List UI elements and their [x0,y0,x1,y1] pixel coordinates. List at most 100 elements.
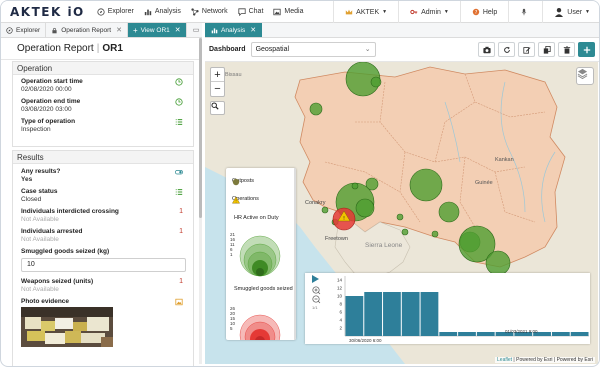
zoom-out-button[interactable]: − [211,82,224,96]
help-icon: ? [472,8,480,16]
chart-bar[interactable] [551,332,570,336]
zoom-controls: + − [210,67,225,97]
refresh-button[interactable] [498,42,515,57]
timeline-chart: 1/1 14 12 10 8 6 4 2 30/06/2020 6:00 01/03/202… [312,275,589,343]
clock-icon [175,98,183,106]
case-status-label: Case status [21,188,58,195]
chart-bar[interactable] [570,332,589,336]
tab-view-or1[interactable]: + View OR1 ✕ [127,23,187,37]
y-tick: 4 [339,318,342,323]
timeline-panel: 1/1 14 12 10 8 6 4 2 30/06/2020 6:00 01/03/202… [305,273,590,344]
chart-bar[interactable] [458,332,476,336]
interdicted-label: Individuals interdicted crossing [21,208,119,215]
outpost-marker [309,102,323,116]
zoom-in-button[interactable]: + [211,68,224,82]
operation-end-label: Operation end time [21,98,81,105]
weapons-value: Not Available [21,286,59,293]
chart-bar[interactable] [439,332,458,336]
y-tick: 8 [339,302,342,307]
zoom-in-icon[interactable] [312,286,321,295]
dashboard-select[interactable]: Geospatial ⌄ [250,42,376,57]
y-tick: 10 [337,294,343,299]
chart-bar[interactable] [364,292,383,336]
user-avatar-icon [555,8,564,17]
nav-explorer[interactable]: Explorer [97,7,134,16]
outpost-legend-icon [232,178,240,186]
map-legend: Outposts ! Operations HR Active on Duty … [226,168,296,340]
map-view[interactable]: Bissau Guinée Kankan Conakry Freetown Si… [205,62,598,364]
duplicate-button[interactable] [538,42,555,57]
warning-mark: ! [343,216,345,222]
photo-evidence-thumbnail[interactable] [21,307,113,347]
tab-explorer[interactable]: Explorer [1,23,47,37]
nav-chat[interactable]: Chat [238,7,263,16]
tab-operation-report[interactable]: Operation Report ✕ [46,23,128,37]
add-widget-button[interactable] [578,42,595,57]
bar-chart-icon [144,9,152,15]
minimize-icon[interactable]: ▭ [190,23,202,37]
close-icon[interactable]: ✕ [116,26,122,34]
page-title: Operation Report | OR1 [1,38,202,60]
outpost-marker [485,250,511,276]
legend-scrollbar[interactable] [294,168,296,340]
org-menu[interactable]: AKTEK ▼ [334,8,398,16]
chart-bar[interactable] [476,332,495,336]
esri-attribution-2: Powered by Esri [556,357,593,363]
close-icon[interactable]: ✕ [175,26,181,34]
layers-button[interactable] [576,67,594,85]
chart-bar[interactable] [420,292,439,336]
user-menu[interactable]: User ▼ [543,7,599,17]
brand-logo[interactable]: AKTEK iO [10,5,85,19]
leaflet-link[interactable]: Leaflet [497,357,512,363]
arrested-label: Individuals arrested [21,228,83,235]
zoom-out-icon[interactable] [312,295,321,304]
edit-button[interactable] [518,42,535,57]
legend-smuggled-title: Smuggled goods seized [234,286,293,292]
operation-end-field: Operation end time 03/08/2020 03:00 [13,98,193,113]
operation-type-label: Type of operation [21,118,76,125]
legend-operations: ! Operations [232,196,259,204]
map-attribution: Leaflet | Powered by Esri | Powered by E… [495,357,595,363]
operation-type-field: Type of operation Inspection [13,118,193,133]
play-icon[interactable] [312,275,319,283]
outpost-marker [355,198,375,218]
chart-bar[interactable] [345,296,364,336]
tab-analysis[interactable]: Analysis ✕ [205,23,263,37]
interdicted-count: 1 [179,208,183,215]
compass-icon [97,7,105,16]
help-link[interactable]: ? Help [461,8,508,16]
layers-icon [577,68,588,79]
left-scrollbar[interactable] [199,38,202,364]
microphone-button[interactable] [509,8,542,16]
legend-hr-title: HR Active on Duty [234,215,279,221]
scrollbar-thumb[interactable] [199,38,202,218]
operation-start-label: Operation start time [21,78,83,85]
tab-explorer-label: Explorer [16,26,41,34]
right-tab-bar: Analysis ✕ [205,23,599,38]
close-icon[interactable]: ✕ [250,26,256,34]
weapons-field: Weapons seized (units) Not Available 1 [13,278,193,293]
search-button[interactable] [210,101,225,115]
smuggled-input[interactable]: 10 [21,258,186,272]
warning-icon: ! [232,196,240,204]
delete-button[interactable] [558,42,575,57]
weapons-label: Weapons seized (units) [21,278,94,285]
nav-media[interactable]: Media [273,8,303,16]
weapons-count: 1 [179,278,183,285]
photo-field: Photo evidence [13,298,193,347]
outpost-marker [351,182,359,190]
operation-start-field: Operation start time 02/08/2020 00:00 [13,78,193,93]
nav-network[interactable]: Network [191,7,228,16]
admin-menu[interactable]: Admin ▼ [399,8,460,16]
operation-section-title: Operation [13,62,193,75]
chart-bar[interactable] [401,292,420,336]
admin-label: Admin [421,8,441,16]
nav-analysis[interactable]: Analysis [144,8,181,16]
screenshot-button[interactable] [478,42,495,57]
arrested-field: Individuals arrested Not Available 1 [13,228,193,243]
nav-right: AKTEK ▼ Admin ▼ ? Help User ▼ [333,1,599,23]
place-label-sierra-leone: Sierra Leone [365,242,403,249]
chart-bar[interactable] [383,292,401,336]
svg-text:!: ! [235,199,237,204]
operation-start-value: 02/08/2020 00:00 [21,86,72,93]
